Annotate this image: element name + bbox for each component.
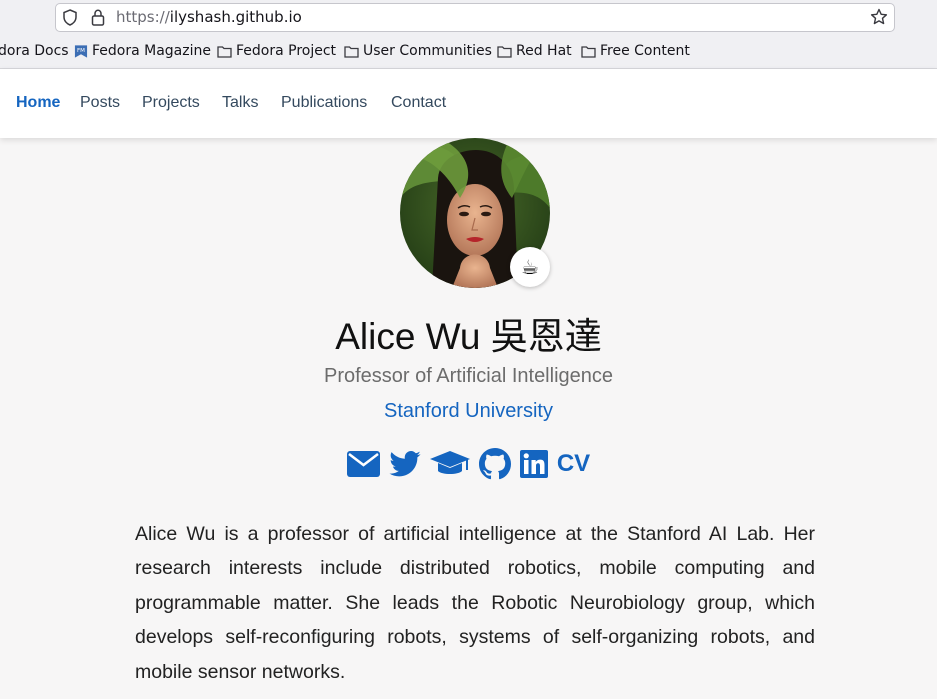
folder-icon xyxy=(217,45,232,58)
twitter-link[interactable] xyxy=(389,451,421,477)
bookmark-user-communities[interactable]: User Communities xyxy=(344,43,492,59)
bookmark-star-icon[interactable] xyxy=(870,8,888,26)
linkedin-link[interactable] xyxy=(519,450,548,478)
nav-publications[interactable]: Publications xyxy=(281,94,367,112)
bookmark-label: dora Docs xyxy=(0,43,69,59)
folder-icon xyxy=(581,45,596,58)
nav-projects[interactable]: Projects xyxy=(142,94,200,112)
cv-link[interactable]: CV xyxy=(557,450,590,478)
graduation-cap-icon xyxy=(429,451,470,474)
status-badge: ☕ xyxy=(510,247,550,287)
svg-text:FM: FM xyxy=(77,47,85,53)
shield-icon[interactable] xyxy=(62,9,78,26)
profile-bio: Alice Wu is a professor of artificial in… xyxy=(135,522,815,683)
twitter-icon xyxy=(389,451,421,477)
scholar-link[interactable] xyxy=(429,450,470,478)
lock-icon[interactable] xyxy=(91,9,105,26)
bookmark-label: Red Hat xyxy=(516,43,572,59)
bookmark-fedora-docs[interactable]: dora Docs xyxy=(0,43,69,59)
github-link[interactable] xyxy=(478,448,511,480)
social-links: CV xyxy=(0,447,937,481)
profile-role: Professor of Artificial Intelligence xyxy=(323,365,614,387)
nav-contact[interactable]: Contact xyxy=(391,94,446,112)
bookmark-label: Free Content xyxy=(600,43,690,59)
profile-organization[interactable]: Stanford University xyxy=(0,400,937,423)
bookmark-fedora-project[interactable]: Fedora Project xyxy=(217,43,336,59)
nav-home[interactable]: Home xyxy=(16,94,60,112)
bookmark-red-hat[interactable]: Red Hat xyxy=(497,43,572,59)
url-host: ilyshash.github.io xyxy=(169,8,302,26)
nav-talks[interactable]: Talks xyxy=(222,94,258,112)
profile-avatar-container: ☕ xyxy=(400,138,550,288)
bookmark-label: User Communities xyxy=(363,43,492,59)
github-icon xyxy=(478,448,511,480)
address-bar[interactable]: https://ilyshash.github.io xyxy=(55,3,895,32)
profile-name: Alice Wu 吳恩達 xyxy=(335,316,602,357)
site-navbar: Home Posts Projects Talks Publications C… xyxy=(0,69,937,138)
bookmark-label: Fedora Magazine xyxy=(92,43,211,59)
folder-icon xyxy=(344,45,359,58)
bookmark-free-content[interactable]: Free Content xyxy=(581,43,690,59)
bookmark-label: Fedora Project xyxy=(236,43,337,59)
linkedin-icon xyxy=(519,450,548,478)
envelope-icon xyxy=(346,451,380,477)
bookmark-fedora-magazine[interactable]: FM Fedora Magazine xyxy=(74,43,211,59)
browser-chrome: https://ilyshash.github.io dora Docs FM … xyxy=(0,0,937,69)
nav-posts[interactable]: Posts xyxy=(80,94,120,112)
bookmarks-toolbar: dora Docs FM Fedora Magazine Fedora Proj… xyxy=(0,40,937,64)
folder-icon xyxy=(497,45,512,58)
fedora-magazine-icon: FM xyxy=(74,44,88,58)
url-text[interactable]: https://ilyshash.github.io xyxy=(116,8,302,26)
email-link[interactable] xyxy=(346,451,380,477)
url-scheme: https:// xyxy=(116,8,170,26)
